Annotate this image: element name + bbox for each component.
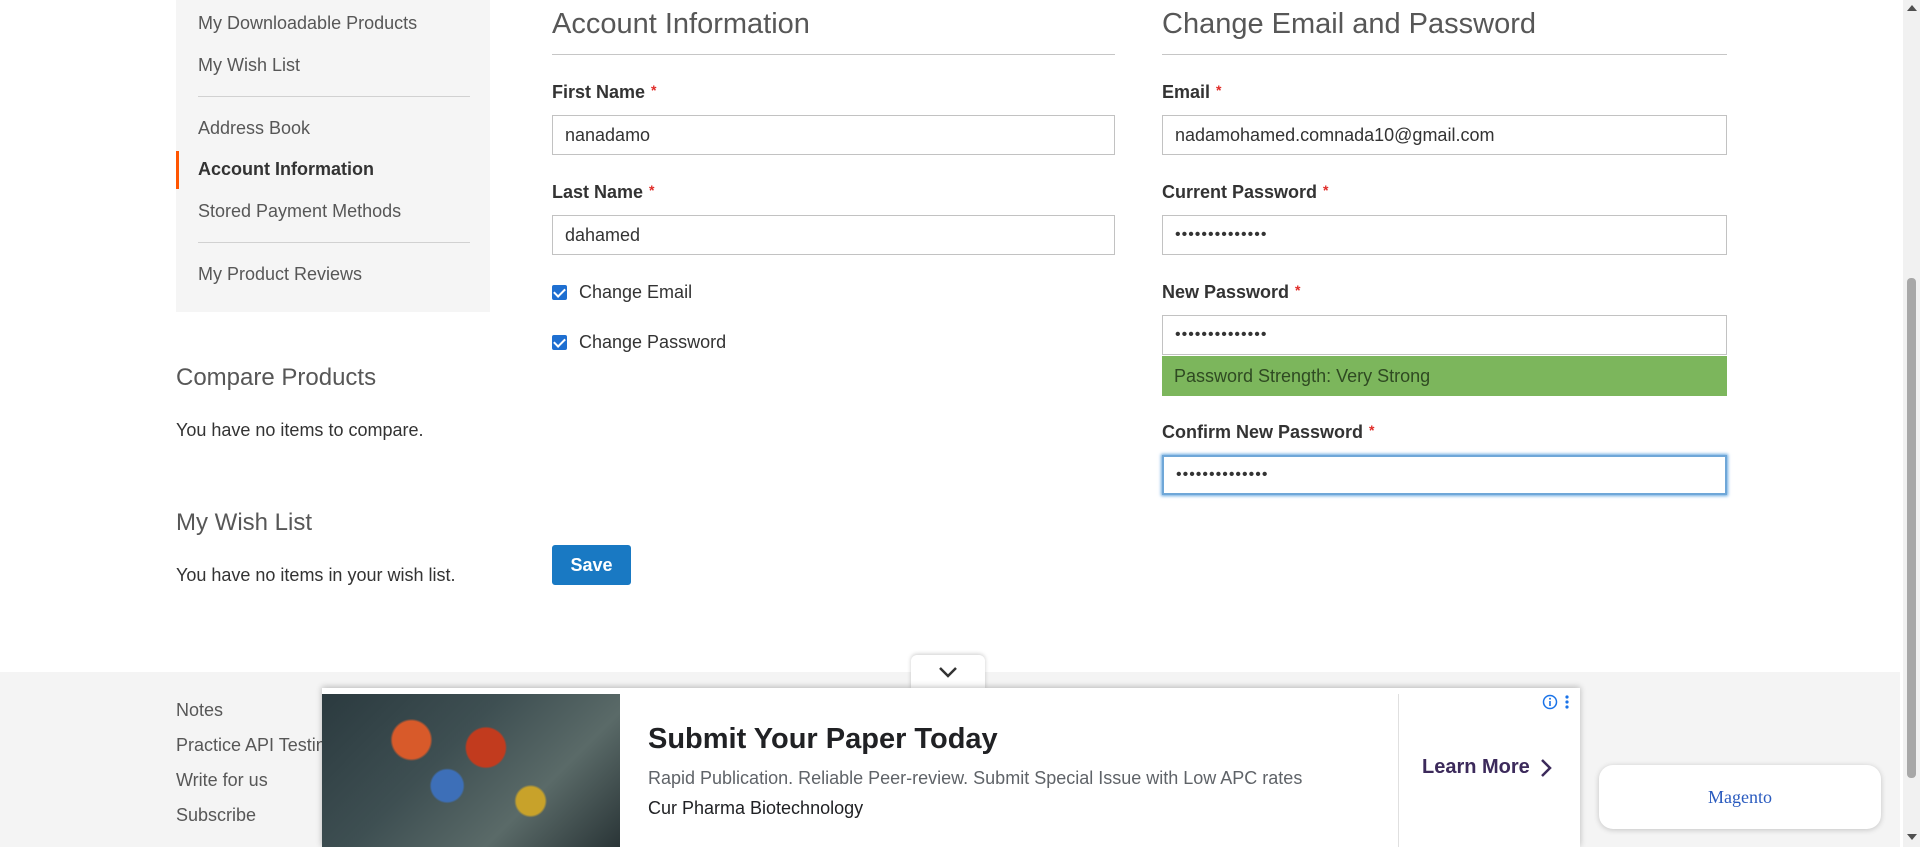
advertisement-banner[interactable]: Submit Your Paper Today Rapid Publicatio… — [322, 688, 1580, 847]
current-password-input[interactable] — [1162, 215, 1727, 255]
change-password-label: Change Password — [579, 332, 727, 352]
first-name-label: First Name * — [552, 82, 657, 102]
required-mark: * — [1369, 422, 1375, 438]
sidebar-item-account-information[interactable]: Account Information — [198, 158, 374, 180]
confirm-password-label: Confirm New Password * — [1162, 422, 1375, 442]
compare-empty-text: You have no items to compare. — [176, 420, 424, 440]
section-divider — [552, 54, 1115, 55]
footer-link-api-testing[interactable]: Practice API Testin — [176, 735, 326, 756]
sidebar-item-product-reviews[interactable]: My Product Reviews — [198, 263, 362, 285]
change-email-label: Change Email — [579, 282, 693, 302]
wish-list-empty-text: You have no items in your wish list. — [176, 565, 456, 585]
wish-list-title: My Wish List — [176, 509, 313, 536]
confirm-password-input[interactable] — [1162, 455, 1727, 495]
change-password-option[interactable]: Change Password — [552, 332, 726, 353]
new-password-input[interactable] — [1162, 315, 1727, 355]
password-strength-meter: Password Strength: Very Strong — [1162, 356, 1727, 396]
account-sidebar-nav: My Downloadable Products My Wish List Ad… — [176, 0, 490, 312]
new-password-label: New Password * — [1162, 282, 1301, 302]
email-input[interactable] — [1162, 115, 1727, 155]
ad-learn-more-button[interactable]: Learn More — [1422, 756, 1552, 779]
more-options-icon[interactable] — [1564, 694, 1570, 710]
required-mark: * — [1216, 82, 1222, 98]
required-mark: * — [649, 182, 655, 198]
info-icon[interactable] — [1542, 694, 1558, 710]
chevron-right-icon — [1540, 758, 1552, 777]
account-information-title: Account Information — [552, 8, 810, 40]
scroll-thumb[interactable] — [1907, 278, 1916, 778]
ad-description[interactable]: Rapid Publication. Reliable Peer-review.… — [648, 768, 1302, 789]
ad-divider — [1398, 694, 1399, 847]
sidebar-item-wish-list[interactable]: My Wish List — [198, 54, 300, 76]
sidebar-item-address-book[interactable]: Address Book — [198, 117, 310, 139]
nav-divider — [198, 96, 470, 97]
change-password-checkbox[interactable] — [552, 335, 567, 350]
ad-cta-label: Learn More — [1422, 756, 1530, 778]
current-password-label: Current Password * — [1162, 182, 1329, 202]
magento-label: Magento — [1708, 786, 1772, 807]
last-name-label: Last Name * — [552, 182, 655, 202]
sidebar-item-stored-payment-methods[interactable]: Stored Payment Methods — [198, 200, 401, 222]
ad-molecule-image[interactable] — [322, 694, 620, 847]
email-label: Email * — [1162, 82, 1222, 102]
magento-widget[interactable]: Magento — [1599, 765, 1881, 829]
ad-info-controls[interactable] — [1542, 694, 1570, 710]
required-mark: * — [651, 82, 657, 98]
ad-headline[interactable]: Submit Your Paper Today — [648, 723, 998, 756]
footer-link-subscribe[interactable]: Subscribe — [176, 805, 256, 826]
change-email-password-title: Change Email and Password — [1162, 8, 1536, 40]
scroll-down-arrow-icon[interactable] — [1907, 834, 1917, 840]
ad-collapse-toggle[interactable] — [911, 655, 985, 689]
scroll-up-arrow-icon[interactable] — [1907, 5, 1917, 11]
page-scrollbar[interactable] — [1903, 0, 1920, 847]
active-marker — [176, 151, 179, 189]
ad-source[interactable]: Cur Pharma Biotechnology — [648, 798, 863, 819]
nav-divider — [198, 242, 470, 243]
footer-link-notes[interactable]: Notes — [176, 700, 223, 721]
save-button[interactable]: Save — [552, 545, 631, 585]
compare-products-title: Compare Products — [176, 364, 377, 391]
change-email-checkbox[interactable] — [552, 285, 567, 300]
required-mark: * — [1323, 182, 1329, 198]
required-mark: * — [1295, 282, 1301, 298]
last-name-input[interactable] — [552, 215, 1115, 255]
sidebar-item-downloadable-products[interactable]: My Downloadable Products — [198, 12, 417, 34]
footer-link-write-for-us[interactable]: Write for us — [176, 770, 268, 791]
section-divider — [1162, 54, 1727, 55]
first-name-input[interactable] — [552, 115, 1115, 155]
change-email-option[interactable]: Change Email — [552, 282, 692, 303]
chevron-down-icon — [939, 667, 957, 678]
